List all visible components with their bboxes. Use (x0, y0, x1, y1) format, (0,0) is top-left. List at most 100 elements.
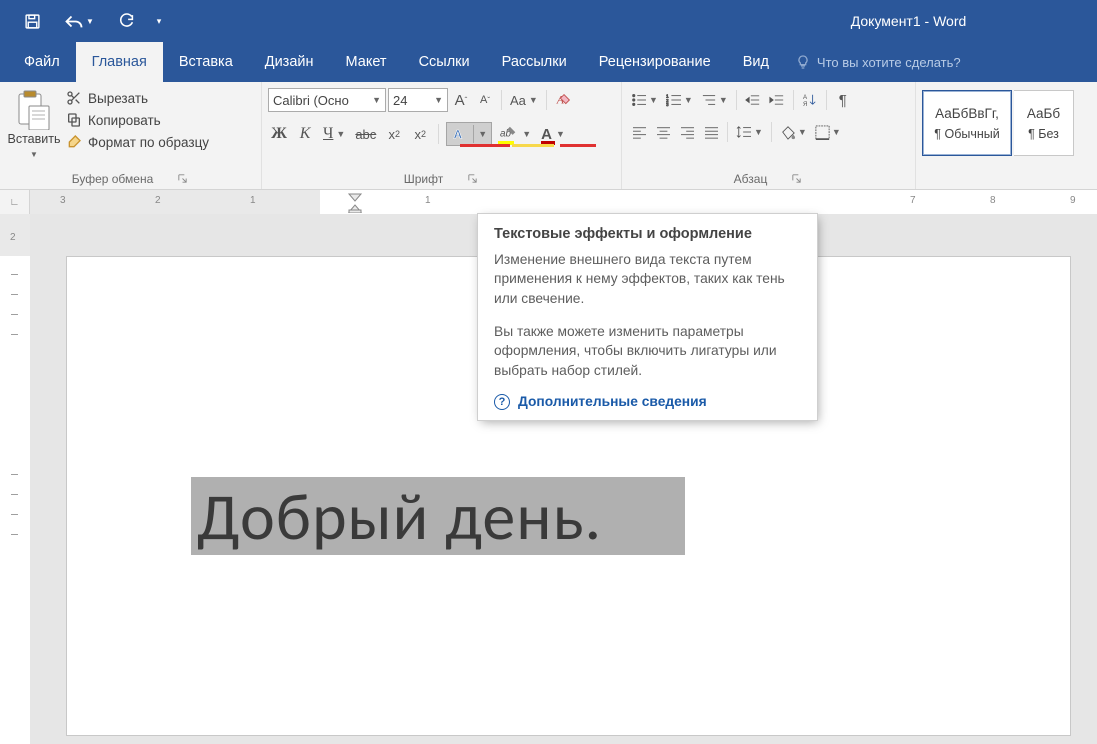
tab-design[interactable]: Дизайн (249, 42, 330, 82)
font-name-value: Calibri (Осно (273, 93, 349, 108)
ribbon: Вставить ▼ Вырезать Копировать Формат по… (0, 82, 1097, 190)
brush-icon (66, 134, 82, 150)
text-effects-tooltip: Текстовые эффекты и оформление Изменение… (477, 213, 818, 421)
clipboard-launcher[interactable] (177, 173, 189, 185)
style-normal[interactable]: АаБбВвГг, ¶ Обычный (922, 90, 1012, 156)
italic-button[interactable]: К (294, 122, 316, 146)
increase-indent-button[interactable] (766, 88, 788, 112)
grow-font-button[interactable]: Aˆ (450, 88, 472, 112)
tab-home[interactable]: Главная (76, 42, 163, 82)
indent-icon (769, 93, 784, 107)
tab-insert[interactable]: Вставка (163, 42, 249, 82)
shading-button[interactable]: ▼ (777, 120, 810, 144)
group-label-paragraph: Абзац (734, 172, 768, 186)
vertical-ruler[interactable]: 2 (0, 214, 30, 744)
separator (793, 90, 794, 110)
highlight-button[interactable]: ab ▼ (496, 122, 534, 146)
clear-formatting-button[interactable]: A (552, 88, 576, 112)
sort-icon: AЯ (803, 93, 817, 107)
style-nospacing[interactable]: АаБб ¶ Без (1014, 90, 1074, 156)
format-painter-button[interactable]: Формат по образцу (62, 132, 213, 152)
font-launcher[interactable] (467, 173, 479, 185)
line-spacing-button[interactable]: ▼ (733, 120, 766, 144)
eraser-icon: A (555, 91, 573, 109)
numbering-button[interactable]: 123▼ (663, 88, 696, 112)
line-spacing-icon (736, 125, 752, 139)
font-name-combo[interactable]: Calibri (Осно▼ (268, 88, 386, 112)
font-size-combo[interactable]: 24▼ (388, 88, 448, 112)
scissors-icon (66, 90, 82, 106)
multilevel-button[interactable]: ▼ (698, 88, 731, 112)
font-color-button[interactable]: A ▼ (538, 122, 568, 146)
multilevel-icon (701, 93, 717, 107)
tab-review[interactable]: Рецензирование (583, 42, 727, 82)
indent-marker[interactable] (348, 193, 362, 213)
tooltip-more-label: Дополнительные сведения (518, 394, 707, 409)
ruler-corner: ∟ (0, 190, 30, 214)
bold-button[interactable]: Ж (268, 122, 290, 146)
copy-label: Копировать (88, 113, 161, 128)
paragraph-launcher[interactable] (791, 173, 803, 185)
tooltip-more-link[interactable]: ? Дополнительные сведения (494, 394, 801, 410)
ruler-num: 2 (155, 195, 161, 206)
cut-label: Вырезать (88, 91, 148, 106)
selected-text-block[interactable]: Добрый день. (191, 477, 685, 555)
separator (546, 90, 547, 110)
tab-mailings[interactable]: Рассылки (486, 42, 583, 82)
paste-label: Вставить (8, 132, 61, 146)
group-paragraph: ▼ 123▼ ▼ AЯ ¶ ▼ (622, 82, 916, 189)
group-styles: АаБбВвГг, ¶ Обычный АаБб ¶ Без (916, 82, 1097, 189)
subscript-button[interactable]: x2 (383, 122, 405, 146)
bucket-icon (780, 125, 796, 140)
svg-text:Я: Я (803, 101, 807, 107)
lightbulb-icon (795, 54, 811, 70)
tab-file[interactable]: Файл (8, 42, 76, 82)
text-effects-button[interactable]: A ▼ (446, 122, 492, 146)
paste-button[interactable]: Вставить ▼ (6, 86, 62, 170)
copy-button[interactable]: Копировать (62, 110, 213, 130)
sort-button[interactable]: AЯ (799, 88, 821, 112)
tooltip-p2: Вы также можете изменить параметры оформ… (494, 322, 801, 380)
borders-icon (815, 125, 830, 140)
svg-text:A: A (803, 94, 808, 101)
vruler-num: 2 (10, 232, 16, 243)
tab-label: Главная (92, 54, 147, 70)
change-case-button[interactable]: Aa▼ (507, 88, 541, 112)
svg-text:3: 3 (666, 102, 669, 107)
tell-me-search[interactable]: Что вы хотите сделать? (785, 42, 961, 82)
separator (727, 122, 728, 142)
superscript-button[interactable]: x2 (409, 122, 431, 146)
separator (826, 90, 827, 110)
annotation-red-1 (460, 144, 510, 147)
ruler-num: 8 (990, 195, 996, 206)
show-marks-button[interactable]: ¶ (832, 88, 854, 112)
justify-button[interactable] (700, 120, 722, 144)
numbering-icon: 123 (666, 93, 682, 107)
underline-button[interactable]: Ч▼ (320, 122, 348, 146)
align-right-icon (680, 126, 695, 139)
align-center-icon (656, 126, 671, 139)
ruler-num: 1 (250, 195, 256, 206)
horizontal-ruler[interactable]: ∟ 3 2 1 1 7 8 9 (0, 190, 1097, 214)
document-text: Добрый день. (197, 476, 602, 557)
tab-layout[interactable]: Макет (330, 42, 403, 82)
cut-button[interactable]: Вырезать (62, 88, 213, 108)
style-name: ¶ Без (1028, 127, 1059, 141)
decrease-indent-button[interactable] (742, 88, 764, 112)
group-label-font: Шрифт (404, 172, 443, 186)
align-center-button[interactable] (652, 120, 674, 144)
strikethrough-button[interactable]: abc (352, 122, 379, 146)
tab-view[interactable]: Вид (727, 42, 785, 82)
svg-text:A: A (454, 126, 463, 143)
qat-customize-button[interactable]: ▾ (148, 5, 170, 37)
undo-button[interactable]: ▼ (54, 5, 104, 37)
redo-button[interactable] (108, 5, 144, 37)
tab-references[interactable]: Ссылки (403, 42, 486, 82)
separator (438, 124, 439, 144)
align-left-button[interactable] (628, 120, 650, 144)
bullets-button[interactable]: ▼ (628, 88, 661, 112)
align-right-button[interactable] (676, 120, 698, 144)
borders-button[interactable]: ▼ (812, 120, 844, 144)
shrink-font-button[interactable]: Aˇ (474, 88, 496, 112)
save-button[interactable] (14, 5, 50, 37)
